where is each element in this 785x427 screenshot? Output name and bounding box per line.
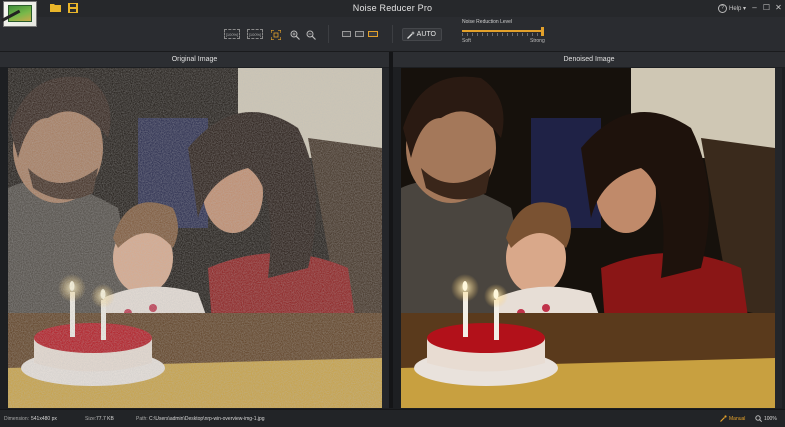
denoised-panel-title: Denoised Image	[393, 52, 785, 67]
denoised-scrollbar[interactable]	[775, 68, 782, 408]
original-panel-title: Original Image	[0, 52, 389, 67]
split-view-icon[interactable]	[355, 31, 364, 37]
noise-overlay	[8, 68, 382, 408]
mode-label[interactable]: Manual	[729, 416, 745, 422]
toolbar-separator	[328, 25, 329, 43]
toolbar-separator	[392, 25, 393, 43]
zoom-value: 100%	[764, 416, 777, 422]
slider-handle[interactable]	[541, 27, 544, 36]
auto-label: AUTO	[416, 31, 436, 38]
toolbar: [100%] [100%] AUTO	[0, 17, 785, 52]
denoised-image[interactable]	[401, 68, 775, 408]
size-value: 77.7 KB	[96, 416, 114, 422]
status-bar: Dimension: 541x480 px Size: 77.7 KB Path…	[0, 409, 785, 427]
help-icon: ?	[718, 4, 727, 13]
help-label: Help	[729, 6, 742, 13]
slider-fill	[462, 30, 544, 32]
side-by-side-view-icon[interactable]	[368, 31, 378, 37]
slider-ticks	[462, 33, 544, 36]
fit-screen-icon[interactable]	[271, 30, 281, 40]
chevron-down-icon: ▾	[743, 6, 747, 13]
maximize-button[interactable]: ☐	[762, 3, 771, 12]
auto-button[interactable]: AUTO	[402, 28, 442, 41]
title-bar: Noise Reducer Pro ? Help ▾ – ☐ ✕	[0, 0, 785, 17]
noise-reduction-label: Noise Reduction Level	[462, 19, 513, 25]
app-logo	[1, 1, 37, 27]
single-view-icon[interactable]	[342, 31, 351, 37]
size-label: Size:	[85, 416, 97, 422]
zoom-out-icon[interactable]	[306, 30, 316, 40]
help-menu[interactable]: ? Help ▾	[718, 4, 746, 13]
path-label: Path:	[136, 416, 148, 422]
slider-max-label: Strong	[530, 38, 545, 44]
original-scrollbar[interactable]	[382, 68, 389, 408]
panel-divider[interactable]	[389, 52, 393, 408]
slider-min-label: Soft	[462, 38, 471, 44]
dimension-label: Dimension:	[4, 416, 30, 422]
magic-wand-icon	[407, 31, 415, 39]
photo-scene	[401, 68, 775, 408]
wand-icon	[720, 415, 727, 422]
original-image[interactable]	[8, 68, 382, 408]
zoom-in-icon[interactable]	[290, 30, 300, 40]
path-value: C:\Users\admin\Desktop\nrp-win-overview-…	[149, 416, 265, 422]
window-title: Noise Reducer Pro	[352, 3, 433, 13]
close-button[interactable]: ✕	[774, 3, 783, 12]
zoom-100-button[interactable]: [100%]	[247, 29, 263, 39]
zoom-icon	[755, 415, 762, 422]
zoom-fit-button[interactable]: [100%]	[224, 29, 240, 39]
minimize-button[interactable]: –	[750, 3, 759, 12]
dimension-value: 541x480 px	[31, 416, 57, 422]
noise-reduction-slider[interactable]	[462, 30, 544, 32]
